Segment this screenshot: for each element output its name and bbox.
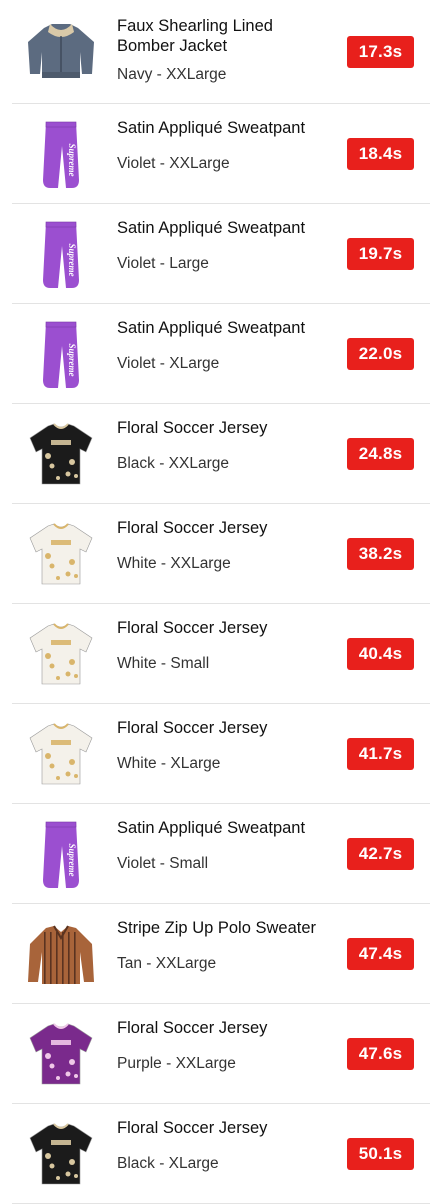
product-title: Satin Appliqué Sweatpant <box>117 219 306 237</box>
list-item[interactable]: Supreme Satin Appliqué Sweatpant Violet … <box>12 204 430 304</box>
product-title: Floral Soccer Jersey <box>117 1119 268 1137</box>
product-title: Floral Soccer Jersey <box>117 719 268 737</box>
product-title: Floral Soccer Jersey <box>117 1019 268 1037</box>
time-badge: 17.3s <box>347 36 414 68</box>
product-image <box>22 716 100 794</box>
product-variant: Black - XLarge <box>117 1155 219 1172</box>
product-image <box>22 12 100 90</box>
product-variant: White - XLarge <box>117 755 221 772</box>
time-badge: 22.0s <box>347 338 414 370</box>
product-title: Satin Appliqué Sweatpant <box>117 319 306 337</box>
list-item[interactable]: Faux Shearling Lined Bomber Jacket Navy … <box>12 0 430 104</box>
product-variant: Violet - Small <box>117 855 209 872</box>
product-variant: White - Small <box>117 655 210 672</box>
product-image <box>22 616 100 694</box>
time-badge: 41.7s <box>347 738 414 770</box>
list-item[interactable]: Supreme Satin Appliqué Sweatpant Violet … <box>12 804 430 904</box>
list-item[interactable]: Floral Soccer Jersey White - Small 40.4s <box>12 604 430 704</box>
product-title: Satin Appliqué Sweatpant <box>117 819 306 837</box>
time-badge: 47.6s <box>347 1038 414 1070</box>
product-image: Supreme <box>22 116 100 194</box>
list-item[interactable]: Supreme Satin Appliqué Sweatpant Violet … <box>12 304 430 404</box>
product-variant: Violet - Large <box>117 255 209 272</box>
product-image <box>22 1016 100 1094</box>
time-badge: 42.7s <box>347 838 414 870</box>
product-variant: Violet - XXLarge <box>117 155 230 172</box>
list-item[interactable]: Floral Soccer Jersey White - XLarge 41.7… <box>12 704 430 804</box>
list-item[interactable]: Stripe Zip Up Polo Sweater Tan - XXLarge… <box>12 904 430 1004</box>
time-badge: 24.8s <box>347 438 414 470</box>
product-variant: Violet - XLarge <box>117 355 220 372</box>
time-badge: 19.7s <box>347 238 414 270</box>
svg-text:Supreme: Supreme <box>67 343 77 376</box>
list-item[interactable]: Supreme Satin Appliqué Sweatpant Violet … <box>12 104 430 204</box>
time-badge: 18.4s <box>347 138 414 170</box>
product-title: Satin Appliqué Sweatpant <box>117 119 306 137</box>
product-image: Supreme <box>22 816 100 894</box>
product-list: Faux Shearling Lined Bomber Jacket Navy … <box>0 0 430 1204</box>
product-title: Floral Soccer Jersey <box>117 419 268 437</box>
product-image <box>22 916 100 994</box>
product-title: Stripe Zip Up Polo Sweater <box>117 919 317 937</box>
time-badge: 47.4s <box>347 938 414 970</box>
product-image: Supreme <box>22 316 100 394</box>
time-badge: 50.1s <box>347 1138 414 1170</box>
product-title: Floral Soccer Jersey <box>117 619 268 637</box>
product-variant: White - XXLarge <box>117 555 231 572</box>
product-variant: Navy - XXLarge <box>117 66 227 83</box>
product-image <box>22 516 100 594</box>
product-image <box>22 416 100 494</box>
product-image <box>22 1116 100 1194</box>
time-badge: 38.2s <box>347 538 414 570</box>
product-variant: Purple - XXLarge <box>117 1055 236 1072</box>
list-item[interactable]: Floral Soccer Jersey Purple - XXLarge 47… <box>12 1004 430 1104</box>
list-item[interactable]: Floral Soccer Jersey Black - XLarge 50.1… <box>12 1104 430 1204</box>
svg-text:Supreme: Supreme <box>67 243 77 276</box>
product-image: Supreme <box>22 216 100 294</box>
product-variant: Black - XXLarge <box>117 455 229 472</box>
list-item[interactable]: Floral Soccer Jersey White - XXLarge 38.… <box>12 504 430 604</box>
list-item[interactable]: Floral Soccer Jersey Black - XXLarge 24.… <box>12 404 430 504</box>
product-title: Faux Shearling Lined Bomber Jacket <box>117 17 273 55</box>
svg-text:Supreme: Supreme <box>67 843 77 876</box>
time-badge: 40.4s <box>347 638 414 670</box>
product-title: Floral Soccer Jersey <box>117 519 268 537</box>
product-variant: Tan - XXLarge <box>117 955 217 972</box>
svg-text:Supreme: Supreme <box>67 143 77 176</box>
